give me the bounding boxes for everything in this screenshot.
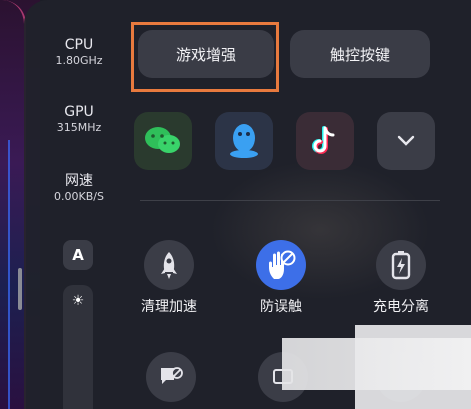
- chevron-down-icon: [397, 135, 415, 146]
- message-block-icon: [161, 367, 183, 384]
- wechat-app-button[interactable]: [134, 112, 192, 170]
- auto-brightness-label: A: [72, 246, 84, 264]
- brightness-slider[interactable]: ☀: [63, 285, 93, 409]
- network-speed-stat: 网速 0.00KB/S: [40, 172, 118, 204]
- cpu-value: 1.80GHz: [55, 54, 103, 67]
- touch-keys-button[interactable]: 触控按键: [290, 30, 430, 78]
- douyin-icon: [312, 126, 335, 154]
- cpu-label: CPU: [64, 37, 94, 53]
- gpu-value: 315MHz: [56, 121, 102, 134]
- charge-separation-button[interactable]: [376, 240, 426, 290]
- clean-accelerate-tool[interactable]: 清理加速: [124, 240, 214, 316]
- section-divider: [140, 200, 440, 201]
- anti-mistouch-button[interactable]: [256, 240, 306, 290]
- network-speed-label: 网速: [65, 173, 93, 189]
- clean-accelerate-button[interactable]: [144, 240, 194, 290]
- battery-bolt-icon: [391, 251, 411, 280]
- qq-penguin-icon: [230, 124, 258, 158]
- auto-brightness-button[interactable]: A: [63, 240, 93, 270]
- redacted-area-overlay: [282, 338, 471, 390]
- wechat-icon: [145, 127, 180, 153]
- anti-mistouch-label: 防误触: [260, 299, 302, 315]
- charge-separation-label: 充电分离: [373, 299, 429, 315]
- hand-block-icon: [269, 250, 296, 279]
- gpu-stat: GPU 315MHz: [40, 103, 118, 135]
- charge-separation-tool[interactable]: 充电分离: [356, 240, 446, 316]
- qq-app-button[interactable]: [215, 112, 273, 170]
- anti-mistouch-tool[interactable]: 防误触: [236, 240, 326, 316]
- gpu-label: GPU: [64, 104, 94, 120]
- cpu-stat: CPU 1.80GHz: [40, 36, 118, 68]
- more-apps-button[interactable]: [377, 112, 435, 170]
- rocket-icon: [161, 252, 177, 279]
- block-message-button[interactable]: [146, 352, 196, 402]
- panel-drag-handle[interactable]: [18, 268, 22, 310]
- highlight-box: [131, 22, 279, 92]
- network-speed-value: 0.00KB/S: [54, 190, 104, 203]
- sun-icon: ☀: [71, 293, 85, 309]
- douyin-app-button[interactable]: [296, 112, 354, 170]
- touch-keys-label: 触控按键: [329, 45, 390, 64]
- clean-accelerate-label: 清理加速: [141, 299, 197, 315]
